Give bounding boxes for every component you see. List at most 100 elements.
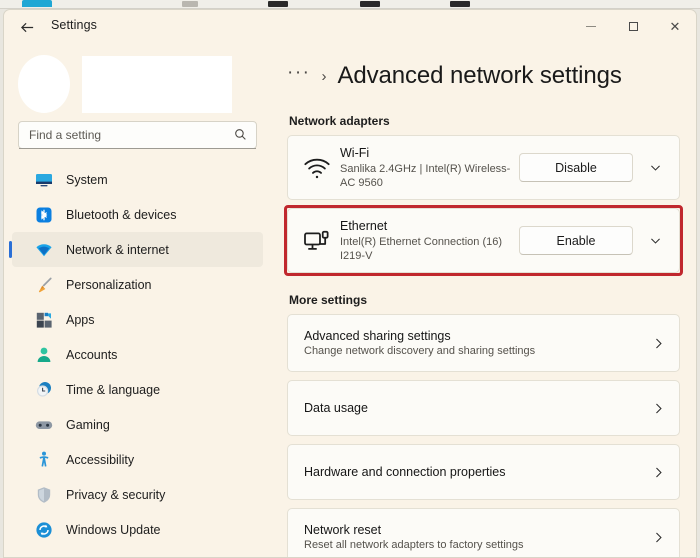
window-body: System Bluetooth & devices Network & int… xyxy=(4,44,696,557)
minimize-button[interactable] xyxy=(570,10,612,42)
sidebar-item-label: System xyxy=(66,172,108,187)
page-title: Advanced network settings xyxy=(337,62,622,89)
chevron-down-icon[interactable] xyxy=(642,228,668,254)
sidebar-item-label: Accounts xyxy=(66,347,118,362)
chevron-right-icon xyxy=(652,402,665,415)
sidebar-item-privacy-security[interactable]: Privacy & security xyxy=(12,477,263,512)
title-bar: Settings ✕ xyxy=(4,10,696,44)
background-window-strip xyxy=(0,0,700,9)
update-icon xyxy=(34,520,54,540)
sidebar-item-label: Accessibility xyxy=(66,452,135,467)
adapter-toggle-button[interactable]: Enable xyxy=(519,226,633,255)
gamepad-icon xyxy=(34,415,54,435)
search-input[interactable] xyxy=(19,128,219,142)
setting-title: Advanced sharing settings xyxy=(304,329,451,343)
sidebar-item-label: Gaming xyxy=(66,417,110,432)
chevron-right-icon xyxy=(652,531,665,544)
breadcrumb-separator: › xyxy=(321,68,327,85)
adapter-name: Wi-Fi xyxy=(340,145,370,160)
sidebar-item-label: Windows Update xyxy=(66,522,161,537)
screenshot-root: Settings ✕ Find a setting System Bluetoo… xyxy=(0,0,700,558)
background-mark xyxy=(360,1,380,7)
sidebar-item-label: Privacy & security xyxy=(66,487,166,502)
sidebar-item-gaming[interactable]: Gaming xyxy=(12,407,263,442)
setting-text: Network reset Reset all network adapters… xyxy=(304,523,652,551)
apps-icon xyxy=(34,310,54,330)
setting-card-hardware-connection[interactable]: Hardware and connection properties xyxy=(287,444,680,500)
adapter-description: Intel(R) Ethernet Connection (16) I219-V xyxy=(340,235,503,262)
adapter-card-wifi: Wi-Fi Sanlika 2.4GHz | Intel(R) Wireless… xyxy=(287,135,680,200)
setting-title: Data usage xyxy=(304,401,368,415)
setting-title: Network reset xyxy=(304,523,382,537)
sidebar-item-accounts[interactable]: Accounts xyxy=(12,337,263,372)
setting-text: Advanced sharing settings Change network… xyxy=(304,329,652,357)
sidebar-item-time-language[interactable]: Time & language xyxy=(12,372,263,407)
setting-subtitle: Change network discovery and sharing set… xyxy=(304,345,536,357)
setting-card-advanced-sharing[interactable]: Advanced sharing settings Change network… xyxy=(287,314,680,372)
background-mark xyxy=(182,1,198,7)
search-icon xyxy=(234,128,247,146)
breadcrumb: ··· › Advanced network settings xyxy=(287,62,680,102)
setting-title: Hardware and connection properties xyxy=(304,465,506,479)
person-icon xyxy=(34,345,54,365)
sidebar: System Bluetooth & devices Network & int… xyxy=(4,44,271,557)
sidebar-item-system[interactable]: System xyxy=(12,162,263,197)
clock-icon xyxy=(34,380,54,400)
sidebar-item-network-internet[interactable]: Network & internet xyxy=(9,232,263,267)
sidebar-item-accessibility[interactable]: Accessibility xyxy=(12,442,263,477)
search-box[interactable] xyxy=(18,121,257,149)
sidebar-item-apps[interactable]: Apps xyxy=(12,302,263,337)
ethernet-icon xyxy=(302,226,332,256)
chevron-down-icon[interactable] xyxy=(642,155,668,181)
background-tab xyxy=(22,0,52,7)
breadcrumb-overflow-button[interactable]: ··· xyxy=(287,63,310,82)
accessibility-icon xyxy=(34,450,54,470)
wifi-signal-icon xyxy=(302,153,332,183)
close-button[interactable]: ✕ xyxy=(654,10,696,42)
adapter-row: Wi-Fi Sanlika 2.4GHz | Intel(R) Wireless… xyxy=(288,136,679,199)
setting-row: Data usage xyxy=(288,381,679,435)
sidebar-item-windows-update[interactable]: Windows Update xyxy=(12,512,263,547)
avatar xyxy=(18,55,70,113)
profile-name-redacted xyxy=(82,55,232,113)
setting-text: Data usage xyxy=(304,401,652,415)
adapter-text: Wi-Fi Sanlika 2.4GHz | Intel(R) Wireless… xyxy=(332,146,519,190)
setting-card-network-reset[interactable]: Network reset Reset all network adapters… xyxy=(287,508,680,557)
adapter-description: Sanlika 2.4GHz | Intel(R) Wireless-AC 95… xyxy=(340,162,511,189)
main-content: ··· › Advanced network settings Network … xyxy=(271,44,696,557)
sidebar-item-label: Apps xyxy=(66,312,95,327)
background-mark xyxy=(268,1,288,7)
chevron-right-icon xyxy=(652,337,665,350)
shield-icon xyxy=(34,485,54,505)
more-settings-heading: More settings xyxy=(289,293,368,307)
window-controls: ✕ xyxy=(570,10,696,42)
sidebar-item-bluetooth-devices[interactable]: Bluetooth & devices xyxy=(12,197,263,232)
adapter-toggle-button[interactable]: Disable xyxy=(519,153,633,182)
window-title: Settings xyxy=(51,18,97,32)
settings-window: Settings ✕ Find a setting System Bluetoo… xyxy=(3,9,697,558)
wifi-icon xyxy=(34,240,54,260)
adapter-row: Ethernet Intel(R) Ethernet Connection (1… xyxy=(288,209,679,272)
setting-subtitle: Reset all network adapters to factory se… xyxy=(304,539,524,551)
back-button[interactable] xyxy=(13,15,41,39)
setting-row: Network reset Reset all network adapters… xyxy=(288,509,679,557)
sidebar-item-personalization[interactable]: Personalization xyxy=(12,267,263,302)
adapter-text: Ethernet Intel(R) Ethernet Connection (1… xyxy=(332,219,519,263)
background-mark xyxy=(450,1,470,7)
sidebar-item-label: Personalization xyxy=(66,277,152,292)
adapter-card-ethernet: Ethernet Intel(R) Ethernet Connection (1… xyxy=(284,205,683,276)
setting-text: Hardware and connection properties xyxy=(304,465,652,479)
user-profile[interactable] xyxy=(4,44,271,114)
adapter-name: Ethernet xyxy=(340,218,388,233)
search-container xyxy=(4,114,271,149)
sidebar-item-label: Time & language xyxy=(66,382,161,397)
network-adapters-heading: Network adapters xyxy=(289,114,390,128)
maximize-button[interactable] xyxy=(612,10,654,42)
setting-row: Hardware and connection properties xyxy=(288,445,679,499)
monitor-icon xyxy=(34,170,54,190)
setting-card-data-usage[interactable]: Data usage xyxy=(287,380,680,436)
chevron-right-icon xyxy=(652,466,665,479)
paintbrush-icon xyxy=(34,275,54,295)
sidebar-item-label: Network & internet xyxy=(66,242,169,257)
bluetooth-icon xyxy=(34,205,54,225)
